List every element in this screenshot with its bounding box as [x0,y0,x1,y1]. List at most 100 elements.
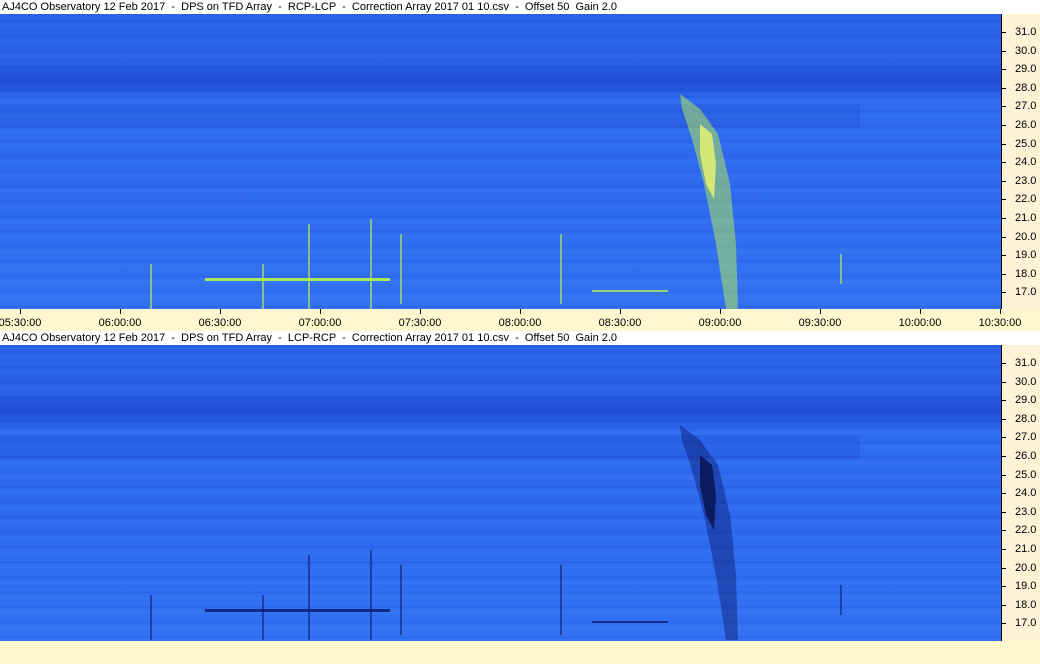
tick-mark [920,309,921,314]
tick-mark [1002,162,1006,164]
frequency-tick: 23.0 [1002,175,1040,187]
frequency-tick-label: 27.0 [1015,431,1037,444]
tick-mark [1002,255,1006,257]
frequency-tick-label: 30.0 [1015,375,1037,388]
frequency-tick: 29.0 [1002,63,1040,75]
frequency-tick-label: 28.0 [1015,412,1037,425]
frequency-tick: 27.0 [1002,431,1040,443]
frequency-tick-label: 23.0 [1015,174,1037,187]
tick-mark [1002,292,1006,294]
burst-spike [400,234,402,304]
tick-mark [20,309,21,314]
bottom-status-strip [0,641,1040,664]
tick-mark [1002,381,1006,383]
frequency-tick: 26.0 [1002,450,1040,462]
burst-streak [205,609,390,612]
frequency-tick-label: 26.0 [1015,450,1037,462]
time-tick-label: 10:00:00 [898,317,942,329]
frequency-tick-label: 29.0 [1015,63,1037,76]
frequency-tick: 25.0 [1002,138,1040,150]
frequency-tick: 31.0 [1002,26,1040,38]
spectrogram-features [0,66,1001,309]
burst-spike [840,254,842,284]
frequency-tick: 28.0 [1002,82,1040,94]
frequency-tick-label: 30.0 [1015,44,1037,57]
time-tick-label: 09:00:00 [698,317,742,329]
frequency-tick: 26.0 [1002,119,1040,131]
time-tick-label: 10:30:00 [978,317,1022,329]
frequency-tick-label: 17.0 [1015,617,1037,630]
dark-band [0,435,860,459]
frequency-tick: 28.0 [1002,413,1040,425]
frequency-tick-label: 25.0 [1015,468,1037,481]
tick-mark [1002,143,1006,145]
tick-mark [720,309,721,314]
frequency-tick: 18.0 [1002,268,1040,280]
frequency-tick: 20.0 [1002,231,1040,243]
frequency-tick: 24.0 [1002,156,1040,168]
burst-spike [262,595,264,640]
burst-spike [560,565,562,635]
burst-spike [150,264,152,309]
frequency-tick: 17.0 [1002,617,1040,629]
tick-mark [1002,456,1006,457]
tick-mark [820,309,821,314]
frequency-tick: 23.0 [1002,506,1040,518]
tick-mark [1002,474,1006,476]
frequency-tick-label: 20.0 [1015,561,1037,574]
time-tick-label: 07:30:00 [398,317,442,329]
spectrogram-lcp-rcp[interactable] [0,345,1001,641]
time-tick-label: 05:30:00 [0,317,42,329]
frequency-tick: 19.0 [1002,249,1040,261]
frequency-tick-label: 23.0 [1015,505,1037,518]
frequency-tick: 30.0 [1002,376,1040,388]
frequency-tick: 25.0 [1002,469,1040,481]
spectrogram-rcp-lcp[interactable] [0,14,1001,309]
burst-streak [205,278,390,281]
tick-mark [220,309,221,314]
frequency-tick: 29.0 [1002,394,1040,406]
tick-mark [1002,69,1006,71]
frequency-tick: 30.0 [1002,45,1040,57]
dark-band [0,104,860,128]
burst-spike [370,550,372,640]
frequency-tick-label: 18.0 [1015,267,1037,280]
burst-spike [560,234,562,304]
tick-mark [1002,437,1006,439]
time-tick-label: 06:00:00 [98,317,142,329]
burst-streak [592,290,668,292]
frequency-tick: 24.0 [1002,487,1040,499]
frequency-tick-label: 27.0 [1015,100,1037,113]
frequency-tick-label: 24.0 [1015,156,1037,169]
tick-mark [1002,32,1006,33]
frequency-tick-label: 19.0 [1015,580,1037,593]
frequency-tick: 31.0 [1002,357,1040,369]
burst-spike [840,585,842,615]
frequency-tick: 22.0 [1002,524,1040,536]
tick-mark [1002,549,1006,550]
frequency-tick-label: 19.0 [1015,249,1037,262]
tick-mark [320,309,321,314]
tick-mark [1002,180,1006,182]
tick-mark [1002,87,1006,89]
tick-mark [1002,236,1006,238]
frequency-axis-bottom: 31.0 30.0 29.0 28.0 27.0 26.0 25.0 24.0 23.0 22.0… [1001,345,1040,641]
tick-mark [1002,567,1006,569]
frequency-tick-label: 22.0 [1015,193,1037,206]
tick-mark [1002,493,1006,495]
frequency-tick-label: 29.0 [1015,394,1037,407]
tick-mark [1002,218,1006,219]
tick-mark [1002,106,1006,108]
tick-mark [1002,363,1006,364]
burst-streak [592,621,668,623]
frequency-tick: 27.0 [1002,100,1040,112]
dark-band [0,66,1001,92]
frequency-tick-label: 28.0 [1015,81,1037,94]
tick-mark [420,309,421,314]
time-tick-label: 08:30:00 [598,317,642,329]
frequency-tick-label: 18.0 [1015,598,1037,611]
frequency-tick-label: 25.0 [1015,137,1037,150]
frequency-tick-label: 24.0 [1015,487,1037,500]
frequency-tick-label: 31.0 [1015,26,1037,38]
panel-title-rcp-lcp: AJ4CO Observatory 12 Feb 2017 - DPS on T… [0,0,1040,14]
